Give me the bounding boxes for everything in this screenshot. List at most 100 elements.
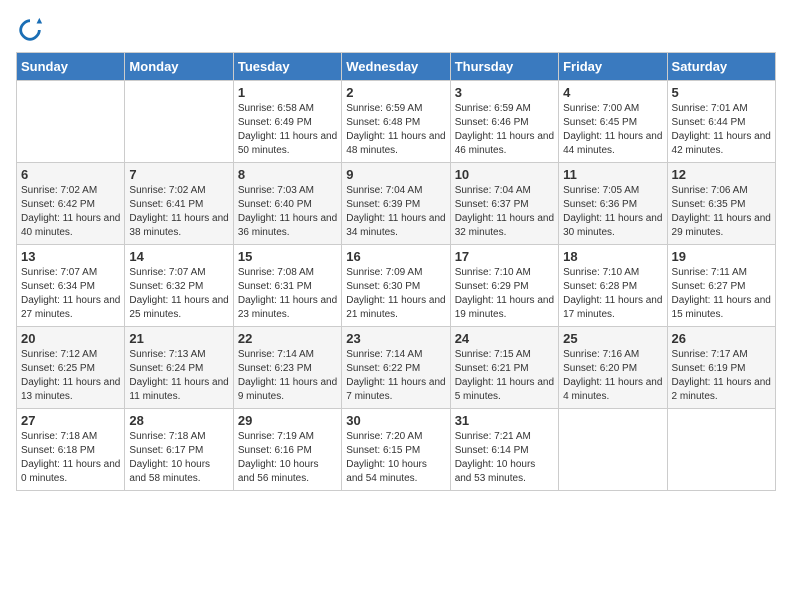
calendar-cell: 8 Sunrise: 7:03 AM Sunset: 6:40 PM Daylig… [233,163,341,245]
calendar-cell: 14Sunrise: 7:07 AM Sunset: 6:32 PM Dayli… [125,245,233,327]
weekday-header-sunday: Sunday [17,53,125,81]
day-info: Sunrise: 7:08 AM Sunset: 6:31 PM Dayligh… [238,266,337,322]
weekday-header-friday: Friday [559,53,667,81]
day-number: 9 [346,167,445,182]
day-number: 4 [563,85,662,100]
calendar-body: 1 Sunrise: 6:58 AM Sunset: 6:49 PM Daylig… [17,81,776,491]
day-number: 22 [238,331,337,346]
day-info: Sunrise: 7:02 AM Sunset: 6:42 PM Dayligh… [21,184,120,240]
day-number: 28 [129,413,228,428]
day-info: Sunrise: 7:01 AM Sunset: 6:44 PM Dayligh… [672,102,771,158]
page-header [16,16,776,44]
day-info: Sunrise: 7:00 AM Sunset: 6:45 PM Dayligh… [563,102,662,158]
day-number: 29 [238,413,337,428]
day-info: Sunrise: 7:14 AM Sunset: 6:22 PM Dayligh… [346,348,445,404]
day-number: 6 [21,167,120,182]
day-info: Sunrise: 7:07 AM Sunset: 6:32 PM Dayligh… [129,266,228,322]
calendar-cell: 25 Sunrise: 7:16 AM Sunset: 6:20 PM Dayli… [559,327,667,409]
day-number: 3 [455,85,554,100]
calendar-week-5: 27Sunrise: 7:18 AM Sunset: 6:18 PM Dayli… [17,409,776,491]
day-number: 24 [455,331,554,346]
calendar-week-2: 6 Sunrise: 7:02 AM Sunset: 6:42 PM Daylig… [17,163,776,245]
day-number: 8 [238,167,337,182]
weekday-header-wednesday: Wednesday [342,53,450,81]
calendar-table: SundayMondayTuesdayWednesdayThursdayFrid… [16,52,776,491]
day-info: Sunrise: 7:07 AM Sunset: 6:34 PM Dayligh… [21,266,120,322]
day-info: Sunrise: 7:10 AM Sunset: 6:28 PM Dayligh… [563,266,662,322]
day-number: 26 [672,331,771,346]
calendar-cell: 21Sunrise: 7:13 AM Sunset: 6:24 PM Dayli… [125,327,233,409]
calendar-cell: 31 Sunrise: 7:21 AM Sunset: 6:14 PM Dayli… [450,409,558,491]
day-info: Sunrise: 7:15 AM Sunset: 6:21 PM Dayligh… [455,348,554,404]
weekday-header-tuesday: Tuesday [233,53,341,81]
day-number: 12 [672,167,771,182]
calendar-cell: 3 Sunrise: 6:59 AM Sunset: 6:46 PM Daylig… [450,81,558,163]
day-info: Sunrise: 7:09 AM Sunset: 6:30 PM Dayligh… [346,266,445,322]
day-number: 18 [563,249,662,264]
day-number: 23 [346,331,445,346]
weekday-header-thursday: Thursday [450,53,558,81]
day-number: 25 [563,331,662,346]
weekday-header-monday: Monday [125,53,233,81]
day-number: 5 [672,85,771,100]
calendar-week-1: 1 Sunrise: 6:58 AM Sunset: 6:49 PM Daylig… [17,81,776,163]
day-info: Sunrise: 6:58 AM Sunset: 6:49 PM Dayligh… [238,102,337,158]
day-number: 19 [672,249,771,264]
calendar-cell: 15 Sunrise: 7:08 AM Sunset: 6:31 PM Dayli… [233,245,341,327]
day-info: Sunrise: 7:03 AM Sunset: 6:40 PM Dayligh… [238,184,337,240]
day-info: Sunrise: 7:04 AM Sunset: 6:37 PM Dayligh… [455,184,554,240]
day-number: 27 [21,413,120,428]
day-info: Sunrise: 6:59 AM Sunset: 6:48 PM Dayligh… [346,102,445,158]
calendar-cell: 26 Sunrise: 7:17 AM Sunset: 6:19 PM Dayli… [667,327,775,409]
day-info: Sunrise: 7:04 AM Sunset: 6:39 PM Dayligh… [346,184,445,240]
calendar-cell: 2 Sunrise: 6:59 AM Sunset: 6:48 PM Daylig… [342,81,450,163]
calendar-week-4: 20 Sunrise: 7:12 AM Sunset: 6:25 PM Dayli… [17,327,776,409]
logo [16,16,48,44]
calendar-cell: 19 Sunrise: 7:11 AM Sunset: 6:27 PM Dayli… [667,245,775,327]
calendar-cell: 30Sunrise: 7:20 AM Sunset: 6:15 PM Dayli… [342,409,450,491]
weekday-header-saturday: Saturday [667,53,775,81]
day-info: Sunrise: 7:21 AM Sunset: 6:14 PM Dayligh… [455,430,554,486]
calendar-cell: 24 Sunrise: 7:15 AM Sunset: 6:21 PM Dayli… [450,327,558,409]
day-info: Sunrise: 7:05 AM Sunset: 6:36 PM Dayligh… [563,184,662,240]
calendar-cell: 17Sunrise: 7:10 AM Sunset: 6:29 PM Dayli… [450,245,558,327]
calendar-cell: 12 Sunrise: 7:06 AM Sunset: 6:35 PM Dayli… [667,163,775,245]
day-number: 2 [346,85,445,100]
calendar-cell: 22 Sunrise: 7:14 AM Sunset: 6:23 PM Dayli… [233,327,341,409]
day-number: 11 [563,167,662,182]
calendar-cell: 27Sunrise: 7:18 AM Sunset: 6:18 PM Dayli… [17,409,125,491]
calendar-cell: 4 Sunrise: 7:00 AM Sunset: 6:45 PM Daylig… [559,81,667,163]
calendar-cell: 13Sunrise: 7:07 AM Sunset: 6:34 PM Dayli… [17,245,125,327]
calendar-cell: 29 Sunrise: 7:19 AM Sunset: 6:16 PM Dayli… [233,409,341,491]
day-info: Sunrise: 7:18 AM Sunset: 6:17 PM Dayligh… [129,430,228,486]
day-number: 21 [129,331,228,346]
day-info: Sunrise: 7:17 AM Sunset: 6:19 PM Dayligh… [672,348,771,404]
day-info: Sunrise: 7:06 AM Sunset: 6:35 PM Dayligh… [672,184,771,240]
calendar-cell: 18 Sunrise: 7:10 AM Sunset: 6:28 PM Dayli… [559,245,667,327]
day-info: Sunrise: 6:59 AM Sunset: 6:46 PM Dayligh… [455,102,554,158]
day-number: 15 [238,249,337,264]
day-info: Sunrise: 7:10 AM Sunset: 6:29 PM Dayligh… [455,266,554,322]
calendar-cell: 6 Sunrise: 7:02 AM Sunset: 6:42 PM Daylig… [17,163,125,245]
day-info: Sunrise: 7:20 AM Sunset: 6:15 PM Dayligh… [346,430,445,486]
day-number: 20 [21,331,120,346]
day-number: 7 [129,167,228,182]
day-number: 10 [455,167,554,182]
day-info: Sunrise: 7:19 AM Sunset: 6:16 PM Dayligh… [238,430,337,486]
weekday-header-row: SundayMondayTuesdayWednesdayThursdayFrid… [17,53,776,81]
day-number: 1 [238,85,337,100]
day-number: 16 [346,249,445,264]
day-info: Sunrise: 7:12 AM Sunset: 6:25 PM Dayligh… [21,348,120,404]
calendar-cell [125,81,233,163]
day-info: Sunrise: 7:11 AM Sunset: 6:27 PM Dayligh… [672,266,771,322]
calendar-cell: 10 Sunrise: 7:04 AM Sunset: 6:37 PM Dayli… [450,163,558,245]
day-number: 31 [455,413,554,428]
calendar-cell: 5 Sunrise: 7:01 AM Sunset: 6:44 PM Daylig… [667,81,775,163]
day-info: Sunrise: 7:02 AM Sunset: 6:41 PM Dayligh… [129,184,228,240]
day-info: Sunrise: 7:14 AM Sunset: 6:23 PM Dayligh… [238,348,337,404]
calendar-cell: 23 Sunrise: 7:14 AM Sunset: 6:22 PM Dayli… [342,327,450,409]
calendar-cell: 9 Sunrise: 7:04 AM Sunset: 6:39 PM Daylig… [342,163,450,245]
calendar-cell: 28 Sunrise: 7:18 AM Sunset: 6:17 PM Dayli… [125,409,233,491]
day-info: Sunrise: 7:16 AM Sunset: 6:20 PM Dayligh… [563,348,662,404]
logo-icon [16,16,44,44]
